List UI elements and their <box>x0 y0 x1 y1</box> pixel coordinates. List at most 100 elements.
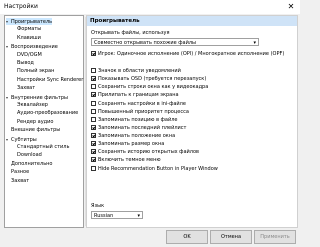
setting-checkbox[interactable]: Прилипать к границам экрана <box>91 92 179 99</box>
tree-item-label: Воспроизведение <box>11 44 58 51</box>
tree-item[interactable]: Эквалайзер <box>17 102 48 109</box>
tree-item[interactable]: ▾ Воспроизведение <box>6 43 58 50</box>
checkbox-checked-icon[interactable] <box>91 125 96 130</box>
apply-button[interactable]: Применить <box>254 230 296 244</box>
setting-checkbox[interactable]: Включить темное меню <box>91 157 161 164</box>
chevron-down-icon: ▾ <box>253 40 256 46</box>
tree-item-label: Клавиши <box>17 34 41 41</box>
open-files-select[interactable]: Совместно открывать похожие файлы ▾ <box>91 38 259 46</box>
window-title: Настройки <box>4 3 38 10</box>
open-files-label: Открывать файлы, используя <box>91 30 170 36</box>
checkbox-checked-icon[interactable] <box>91 157 96 162</box>
tree-item-label: Настройки Sync Renderer <box>17 76 84 83</box>
tree-item[interactable]: DVD/OGM <box>17 52 42 59</box>
tree-item-label: Захват <box>11 177 30 184</box>
tree-item[interactable]: Полный экран <box>17 68 54 75</box>
checkbox-label: Запоминать положение окна <box>98 133 176 139</box>
tree-item[interactable]: Аудио-преобразование <box>17 110 78 117</box>
tree-item[interactable]: Клавиши <box>17 35 41 42</box>
checkbox-label: Сохранить строки окна как у видеокадра <box>98 84 209 90</box>
checkbox-checked-icon[interactable] <box>91 92 96 97</box>
checkbox-checked-icon[interactable] <box>91 141 96 146</box>
tree-item[interactable]: Захват <box>6 178 29 185</box>
tree-item[interactable]: Рендер аудио <box>17 119 53 126</box>
checkbox-label: Повышенный приоритет процесса <box>98 109 189 115</box>
settings-panel: Проигрыватель Открывать файлы, используя… <box>86 15 298 228</box>
tree-item[interactable]: ▾ Внутренние фильтры <box>6 94 68 101</box>
tree-item-label: Проигрыватель <box>11 19 53 25</box>
checkbox-label: Включить темное меню <box>98 157 161 163</box>
tree-item-label: Субтитры <box>11 136 37 143</box>
setting-checkbox[interactable]: Запоминать размер окна <box>91 141 164 148</box>
setting-checkbox[interactable]: Запоминать последний плейлист <box>91 125 186 132</box>
checkbox-label: Hide Recommendation Button in Player Win… <box>98 166 218 172</box>
checkbox-checked-icon[interactable] <box>91 51 96 56</box>
tree-item-label: Аудио-преобразование <box>17 110 79 117</box>
tree-item[interactable]: Настройки Sync Renderer <box>17 77 83 84</box>
tree-item-label: Разное <box>11 169 30 176</box>
setting-checkbox[interactable]: Повышенный приоритет процесса <box>91 109 189 116</box>
checkbox-label: Прилипать к границам экрана <box>98 92 179 98</box>
tree-item-label: Внутренние фильтры <box>11 94 68 101</box>
tree-item[interactable]: Разное <box>6 169 29 176</box>
checkbox-empty-icon[interactable] <box>91 166 96 171</box>
checkbox-empty-icon[interactable] <box>91 117 96 122</box>
setting-checkbox[interactable]: Hide Recommendation Button in Player Win… <box>91 166 218 173</box>
setting-checkbox[interactable]: Сохранять историю открытых файлов <box>91 149 199 156</box>
tree-item-label: Рендер аудио <box>17 118 54 125</box>
dialog-buttons: OK Отмена Применить <box>0 230 300 245</box>
checkbox-checked-icon[interactable] <box>91 149 96 154</box>
setting-checkbox[interactable]: Сохранять настройки в ini-файле <box>91 101 186 108</box>
checkbox-label: Значок в области уведомлений <box>98 68 181 74</box>
tree-item[interactable]: Download <box>17 152 42 159</box>
tree-item[interactable]: Вывод <box>17 60 34 67</box>
checkbox-label: Запоминать позицию в файле <box>98 117 178 123</box>
tree-item[interactable]: Дополнительно <box>6 161 52 168</box>
tree-item-label: Внешние фильтры <box>11 127 61 134</box>
tree-item-label: Форматы <box>17 26 42 33</box>
language-value: Russian <box>94 213 114 219</box>
checkbox-empty-icon[interactable] <box>91 109 96 114</box>
tree-item-label: Захват <box>17 85 36 92</box>
setting-checkbox[interactable]: Игрок: Одиночное исполнение (OPI) / Мног… <box>91 51 284 58</box>
language-label: Язык <box>91 203 105 209</box>
title-bar: Настройки ✕ <box>0 0 300 14</box>
tree-item-label: Вывод <box>17 60 34 66</box>
tree-item-label: DVD/OGM <box>17 51 42 58</box>
setting-checkbox[interactable]: Показывать OSD (требуется перезапуск) <box>91 76 206 83</box>
checkbox-empty-icon[interactable] <box>91 101 96 106</box>
checkbox-empty-icon[interactable] <box>91 84 96 89</box>
tree-item-label: Стандартный стиль <box>17 144 70 150</box>
checkbox-label: Запоминать размер окна <box>98 141 165 147</box>
checkbox-label: Запоминать последний плейлист <box>98 125 187 131</box>
tree-item-label: Эквалайзер <box>17 102 48 108</box>
checkbox-label: Сохранять настройки в ini-файле <box>98 101 186 107</box>
ok-button[interactable]: OK <box>166 230 208 244</box>
tree-item[interactable]: Форматы <box>17 26 41 33</box>
setting-checkbox[interactable]: Запоминать положение окна <box>91 133 175 140</box>
tree-item-label: Дополнительно <box>11 160 53 167</box>
open-files-value: Совместно открывать похожие файлы <box>94 40 196 46</box>
setting-checkbox[interactable]: Запоминать позицию в файле <box>91 117 178 124</box>
language-select[interactable]: Russian ▾ <box>91 211 143 219</box>
settings-tree[interactable]: ▾ Проигрыватель Форматы Клавиши ▾ Воспроизвед… <box>4 15 86 228</box>
checkbox-label: Сохранять историю открытых файлов <box>98 149 199 155</box>
checkbox-empty-icon[interactable] <box>91 68 96 73</box>
tree-item[interactable]: ▾ Проигрыватель <box>6 18 53 25</box>
checkbox-label: Игрок: Одиночное исполнение (OPI) / Мног… <box>98 51 285 57</box>
tree-item-label: Полный экран <box>17 68 55 75</box>
checkbox-checked-icon[interactable] <box>91 133 96 138</box>
tree-item[interactable]: Стандартный стиль <box>17 144 69 151</box>
checkbox-label: Показывать OSD (требуется перезапуск) <box>98 76 207 82</box>
panel-header: Проигрыватель <box>87 16 297 26</box>
setting-checkbox[interactable]: Сохранить строки окна как у видеокадра <box>91 84 208 91</box>
tree-item[interactable]: Внешние фильтры <box>6 127 60 134</box>
checkbox-checked-icon[interactable] <box>91 76 96 81</box>
settings-window: Настройки ✕ ▾ Проигрыватель Форматы Клавиши… <box>0 0 300 247</box>
tree-item[interactable]: ▾ Субтитры <box>6 136 37 143</box>
tree-item-label: Download <box>17 152 42 159</box>
close-icon[interactable]: ✕ <box>282 0 300 14</box>
cancel-button[interactable]: Отмена <box>210 230 252 244</box>
tree-item[interactable]: Захват <box>17 85 35 92</box>
setting-checkbox[interactable]: Значок в области уведомлений <box>91 68 181 75</box>
